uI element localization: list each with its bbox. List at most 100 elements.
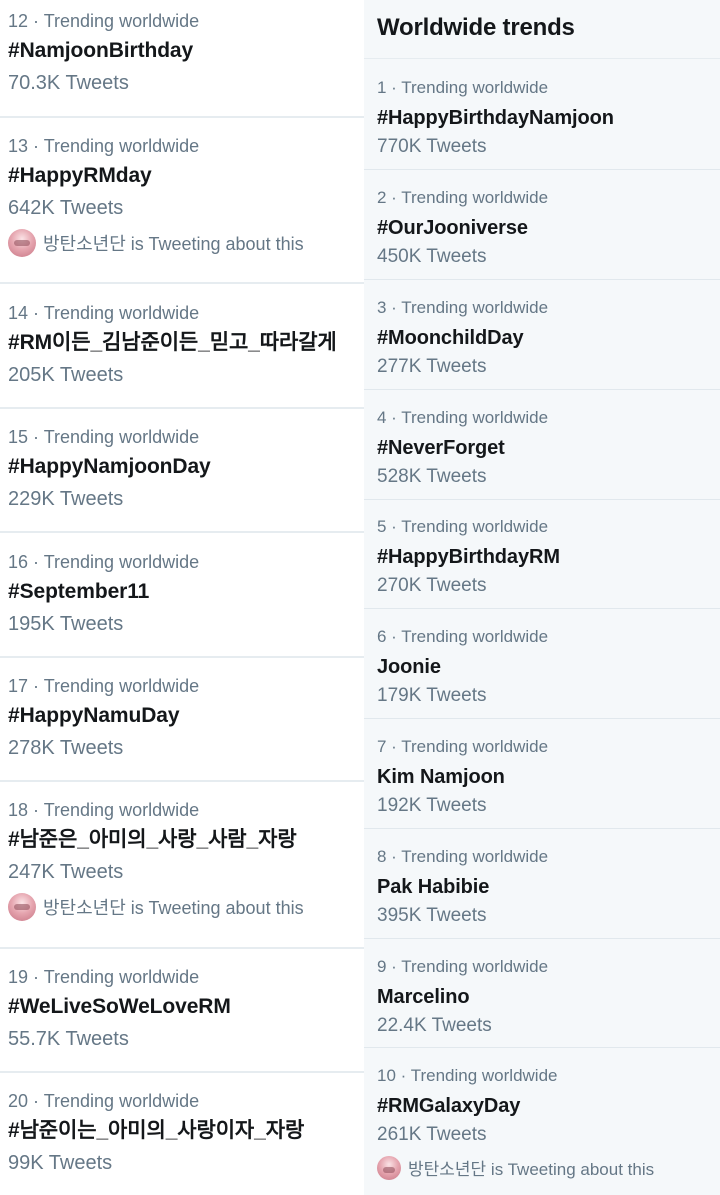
divider — [364, 169, 720, 170]
trend-count: 205K Tweets — [8, 364, 124, 386]
trend-context-text: 방탄소년단 is Tweeting about this — [43, 898, 304, 918]
trend-name: #RM이든_김남준이든_믿고_따라갈게 — [8, 331, 337, 354]
trend-meta: 7 · Trending worldwide — [377, 737, 549, 756]
trend-item-19[interactable]: 19 · Trending worldwide #WeLiveSoWeLoveR… — [0, 966, 364, 1051]
trends-list-continued: 12 · Trending worldwide #NamjoonBirthday… — [0, 0, 364, 1195]
trend-name: Pak Habibie — [377, 876, 490, 898]
divider — [0, 116, 364, 118]
trend-count: 261K Tweets — [377, 1124, 487, 1145]
divider — [364, 1047, 720, 1048]
trend-name: #NeverForget — [377, 437, 505, 459]
trend-meta: 4 · Trending worldwide — [377, 408, 549, 427]
trend-item-13[interactable]: 13 · Trending worldwide #HappyRMday 642K… — [0, 135, 364, 257]
trend-item-1[interactable]: 1 · Trending worldwide #HappyBirthdayNam… — [364, 77, 720, 159]
trend-meta: 20 · Trending worldwide — [8, 1091, 200, 1111]
trend-context-text: 방탄소년단 is Tweeting about this — [408, 1160, 655, 1179]
divider — [0, 947, 364, 949]
trend-name: #RMGalaxyDay — [377, 1095, 521, 1117]
trend-name: #September11 — [8, 580, 150, 603]
trend-count: 642K Tweets — [8, 197, 124, 219]
trend-name: #남준은_아미의_사랑_사람_자랑 — [8, 828, 297, 851]
divider — [0, 656, 364, 658]
avatar-icon — [8, 229, 36, 257]
trend-context: 방탄소년단 is Tweeting about this — [8, 893, 364, 921]
trend-name: #OurJooniverse — [377, 217, 528, 239]
trend-name: #HappyNamjoonDay — [8, 455, 211, 478]
trend-count: 277K Tweets — [377, 356, 487, 377]
trend-name: #HappyNamuDay — [8, 704, 180, 727]
divider — [364, 499, 720, 500]
divider — [364, 938, 720, 939]
divider — [364, 828, 720, 829]
trend-name: #HappyRMday — [8, 164, 152, 187]
trend-count: 229K Tweets — [8, 488, 124, 510]
trend-meta: 8 · Trending worldwide — [377, 847, 549, 866]
trend-item-14[interactable]: 14 · Trending worldwide #RM이든_김남준이든_믿고_따… — [0, 302, 364, 387]
trend-name: Kim Namjoon — [377, 766, 505, 788]
trend-name: #WeLiveSoWeLoveRM — [8, 995, 231, 1018]
trend-name: #MoonchildDay — [377, 327, 524, 349]
trend-item-7[interactable]: 7 · Trending worldwide Kim Namjoon 192K … — [364, 736, 720, 818]
trend-name: #NamjoonBirthday — [8, 39, 194, 62]
trend-meta: 14 · Trending worldwide — [8, 303, 200, 323]
trend-meta: 18 · Trending worldwide — [8, 800, 200, 820]
trend-item-16[interactable]: 16 · Trending worldwide #September11 195… — [0, 551, 364, 636]
trend-count: 195K Tweets — [8, 613, 124, 635]
trend-count: 55.7K Tweets — [8, 1028, 129, 1050]
trend-item-9[interactable]: 9 · Trending worldwide Marcelino 22.4K T… — [364, 956, 720, 1038]
trend-meta: 19 · Trending worldwide — [8, 967, 200, 987]
trend-meta: 9 · Trending worldwide — [377, 957, 549, 976]
trend-item-4[interactable]: 4 · Trending worldwide #NeverForget 528K… — [364, 407, 720, 489]
trend-count: 192K Tweets — [377, 795, 487, 816]
trend-count: 70.3K Tweets — [8, 72, 129, 94]
trend-item-5[interactable]: 5 · Trending worldwide #HappyBirthdayRM … — [364, 516, 720, 598]
trend-name: Joonie — [377, 656, 441, 678]
trend-item-15[interactable]: 15 · Trending worldwide #HappyNamjoonDay… — [0, 426, 364, 511]
trend-name: #HappyBirthdayNamjoon — [377, 107, 614, 129]
worldwide-trends-panel: Worldwide trends 1 · Trending worldwide … — [364, 0, 720, 1195]
trend-item-8[interactable]: 8 · Trending worldwide Pak Habibie 395K … — [364, 846, 720, 928]
trend-item-10[interactable]: 10 · Trending worldwide #RMGalaxyDay 261… — [364, 1065, 720, 1180]
trend-item-17[interactable]: 17 · Trending worldwide #HappyNamuDay 27… — [0, 675, 364, 760]
trend-meta: 12 · Trending worldwide — [8, 11, 200, 31]
divider — [364, 279, 720, 280]
divider — [364, 58, 720, 59]
trend-count: 99K Tweets — [8, 1152, 113, 1174]
trends-screenshot: 12 · Trending worldwide #NamjoonBirthday… — [0, 0, 720, 1195]
divider — [364, 718, 720, 719]
divider — [0, 282, 364, 284]
divider — [0, 407, 364, 409]
avatar-icon — [377, 1155, 401, 1180]
trend-name: #남준이는_아미의_사랑이자_자랑 — [8, 1119, 305, 1142]
divider — [364, 608, 720, 609]
divider — [0, 1071, 364, 1073]
trend-context: 방탄소년단 is Tweeting about this — [377, 1155, 720, 1180]
trend-item-20[interactable]: 20 · Trending worldwide #남준이는_아미의_사랑이자_자… — [0, 1090, 364, 1175]
trend-count: 179K Tweets — [377, 685, 487, 706]
trend-item-12[interactable]: 12 · Trending worldwide #NamjoonBirthday… — [0, 10, 364, 95]
trend-meta: 10 · Trending worldwide — [377, 1066, 558, 1085]
trend-name: Marcelino — [377, 986, 470, 1008]
trend-count: 395K Tweets — [377, 905, 487, 926]
trend-count: 450K Tweets — [377, 246, 487, 267]
trend-context-text: 방탄소년단 is Tweeting about this — [43, 234, 304, 254]
trend-count: 770K Tweets — [377, 136, 487, 157]
trend-count: 278K Tweets — [8, 737, 124, 759]
trend-count: 270K Tweets — [377, 575, 487, 596]
trend-meta: 2 · Trending worldwide — [377, 188, 549, 207]
trend-meta: 6 · Trending worldwide — [377, 627, 549, 646]
trend-item-2[interactable]: 2 · Trending worldwide #OurJooniverse 45… — [364, 187, 720, 269]
trend-count: 22.4K Tweets — [377, 1015, 492, 1036]
trend-meta: 15 · Trending worldwide — [8, 427, 200, 447]
trend-meta: 13 · Trending worldwide — [8, 136, 200, 156]
trend-meta: 1 · Trending worldwide — [377, 78, 549, 97]
trend-meta: 5 · Trending worldwide — [377, 517, 549, 536]
trend-meta: 17 · Trending worldwide — [8, 676, 200, 696]
trend-item-3[interactable]: 3 · Trending worldwide #MoonchildDay 277… — [364, 297, 720, 379]
panel-title: Worldwide trends — [377, 14, 575, 41]
divider — [0, 531, 364, 533]
trend-context: 방탄소년단 is Tweeting about this — [8, 229, 364, 257]
trend-item-6[interactable]: 6 · Trending worldwide Joonie 179K Tweet… — [364, 626, 720, 708]
trend-item-18[interactable]: 18 · Trending worldwide #남준은_아미의_사랑_사람_자… — [0, 799, 364, 921]
trend-meta: 3 · Trending worldwide — [377, 298, 549, 317]
